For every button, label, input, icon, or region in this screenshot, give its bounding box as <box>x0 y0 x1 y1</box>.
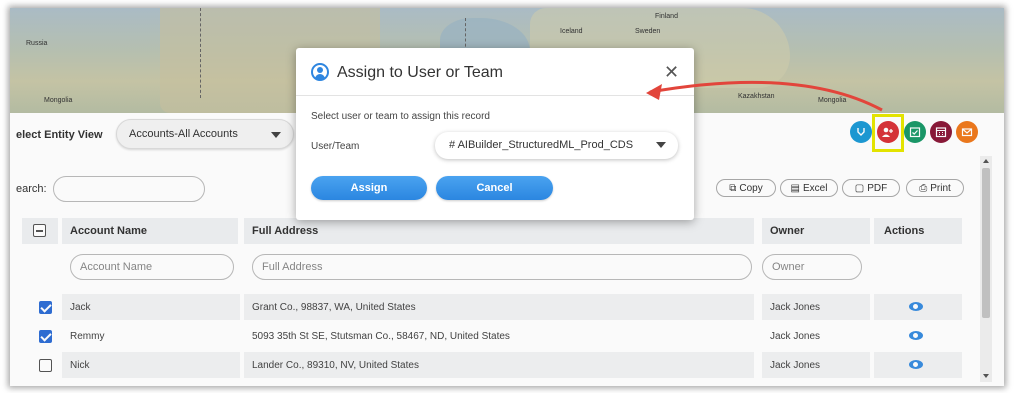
divider <box>296 95 694 96</box>
app-window: Russia Mongolia Finland Iceland Sweden K… <box>10 8 1004 386</box>
user-team-value: # AIBuilder_StructuredML_Prod_CDS <box>449 139 634 151</box>
assign-dialog: Assign to User or Team ✕ Select user or … <box>296 48 694 220</box>
user-team-label: User/Team <box>311 141 360 152</box>
close-icon[interactable]: ✕ <box>664 62 679 83</box>
dialog-title: Assign to User or Team <box>337 64 503 81</box>
user-team-select[interactable]: # AIBuilder_StructuredML_Prod_CDS <box>435 132 678 159</box>
chevron-down-icon <box>656 142 666 148</box>
assign-button[interactable]: Assign <box>311 176 427 200</box>
cancel-button[interactable]: Cancel <box>436 176 553 200</box>
user-circle-icon <box>311 63 329 81</box>
dialog-subtitle: Select user or team to assign this recor… <box>311 111 490 122</box>
